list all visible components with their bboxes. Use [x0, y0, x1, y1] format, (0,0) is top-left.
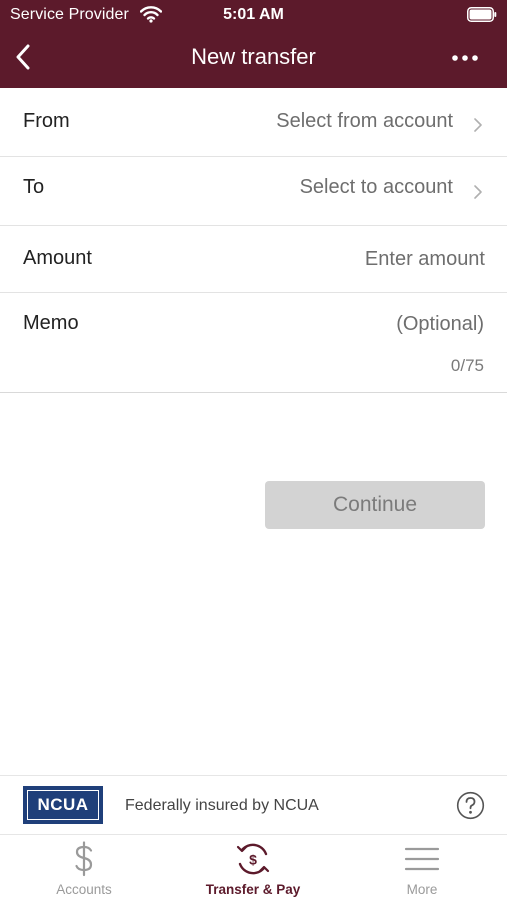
memo-char-count: 0/75	[450, 356, 484, 375]
memo-input[interactable]: (Optional)	[396, 313, 484, 336]
from-label: From	[23, 110, 70, 132]
memo-row[interactable]: Memo (Optional) 0/75	[0, 293, 507, 393]
help-icon[interactable]	[456, 791, 485, 820]
transfer-pay-icon: $	[236, 843, 270, 875]
tab-more-label: More	[406, 882, 438, 897]
from-account-value: Select from account	[276, 110, 453, 132]
more-options-button[interactable]	[445, 44, 485, 72]
insured-text: Federally insured by NCUA	[125, 797, 319, 814]
hamburger-menu-icon	[404, 847, 440, 871]
to-account-value: Select to account	[299, 176, 453, 198]
chevron-right-icon	[474, 118, 482, 132]
ellipsis-icon	[452, 55, 478, 61]
page-title: New transfer	[191, 44, 316, 69]
tab-accounts[interactable]: Accounts	[24, 835, 144, 900]
tab-accounts-label: Accounts	[56, 882, 112, 897]
insured-bar: NCUA Federally insured by NCUA	[0, 775, 507, 835]
memo-label: Memo	[23, 312, 79, 334]
tab-bar: Accounts $ Transfer & Pay More	[0, 835, 507, 900]
amount-label: Amount	[23, 247, 92, 269]
dollar-icon	[75, 841, 93, 877]
header: Service Provider 5:01 AM New transfer	[0, 0, 507, 88]
ncua-logo-text: NCUA	[27, 790, 99, 820]
status-time: 5:01 AM	[223, 6, 284, 23]
app-screen: Service Provider 5:01 AM New transfer Fr…	[0, 0, 507, 900]
tab-more[interactable]: More	[362, 835, 482, 900]
battery-icon	[467, 7, 497, 22]
status-bar: Service Provider 5:01 AM	[0, 0, 507, 30]
from-account-row[interactable]: From Select from account	[0, 88, 507, 157]
to-account-row[interactable]: To Select to account	[0, 157, 507, 226]
amount-row[interactable]: Amount Enter amount	[0, 226, 507, 293]
amount-input[interactable]: Enter amount	[365, 248, 485, 271]
tab-transfer-pay-label: Transfer & Pay	[205, 882, 301, 897]
svg-text:$: $	[249, 852, 257, 868]
continue-button[interactable]: Continue	[265, 481, 485, 529]
to-label: To	[23, 176, 45, 198]
transfer-form: From Select from account To Select to ac…	[0, 88, 507, 393]
chevron-right-icon	[474, 185, 482, 199]
ncua-logo: NCUA	[23, 786, 103, 824]
tab-transfer-pay[interactable]: $ Transfer & Pay	[188, 835, 318, 900]
nav-bar: New transfer	[0, 30, 507, 88]
